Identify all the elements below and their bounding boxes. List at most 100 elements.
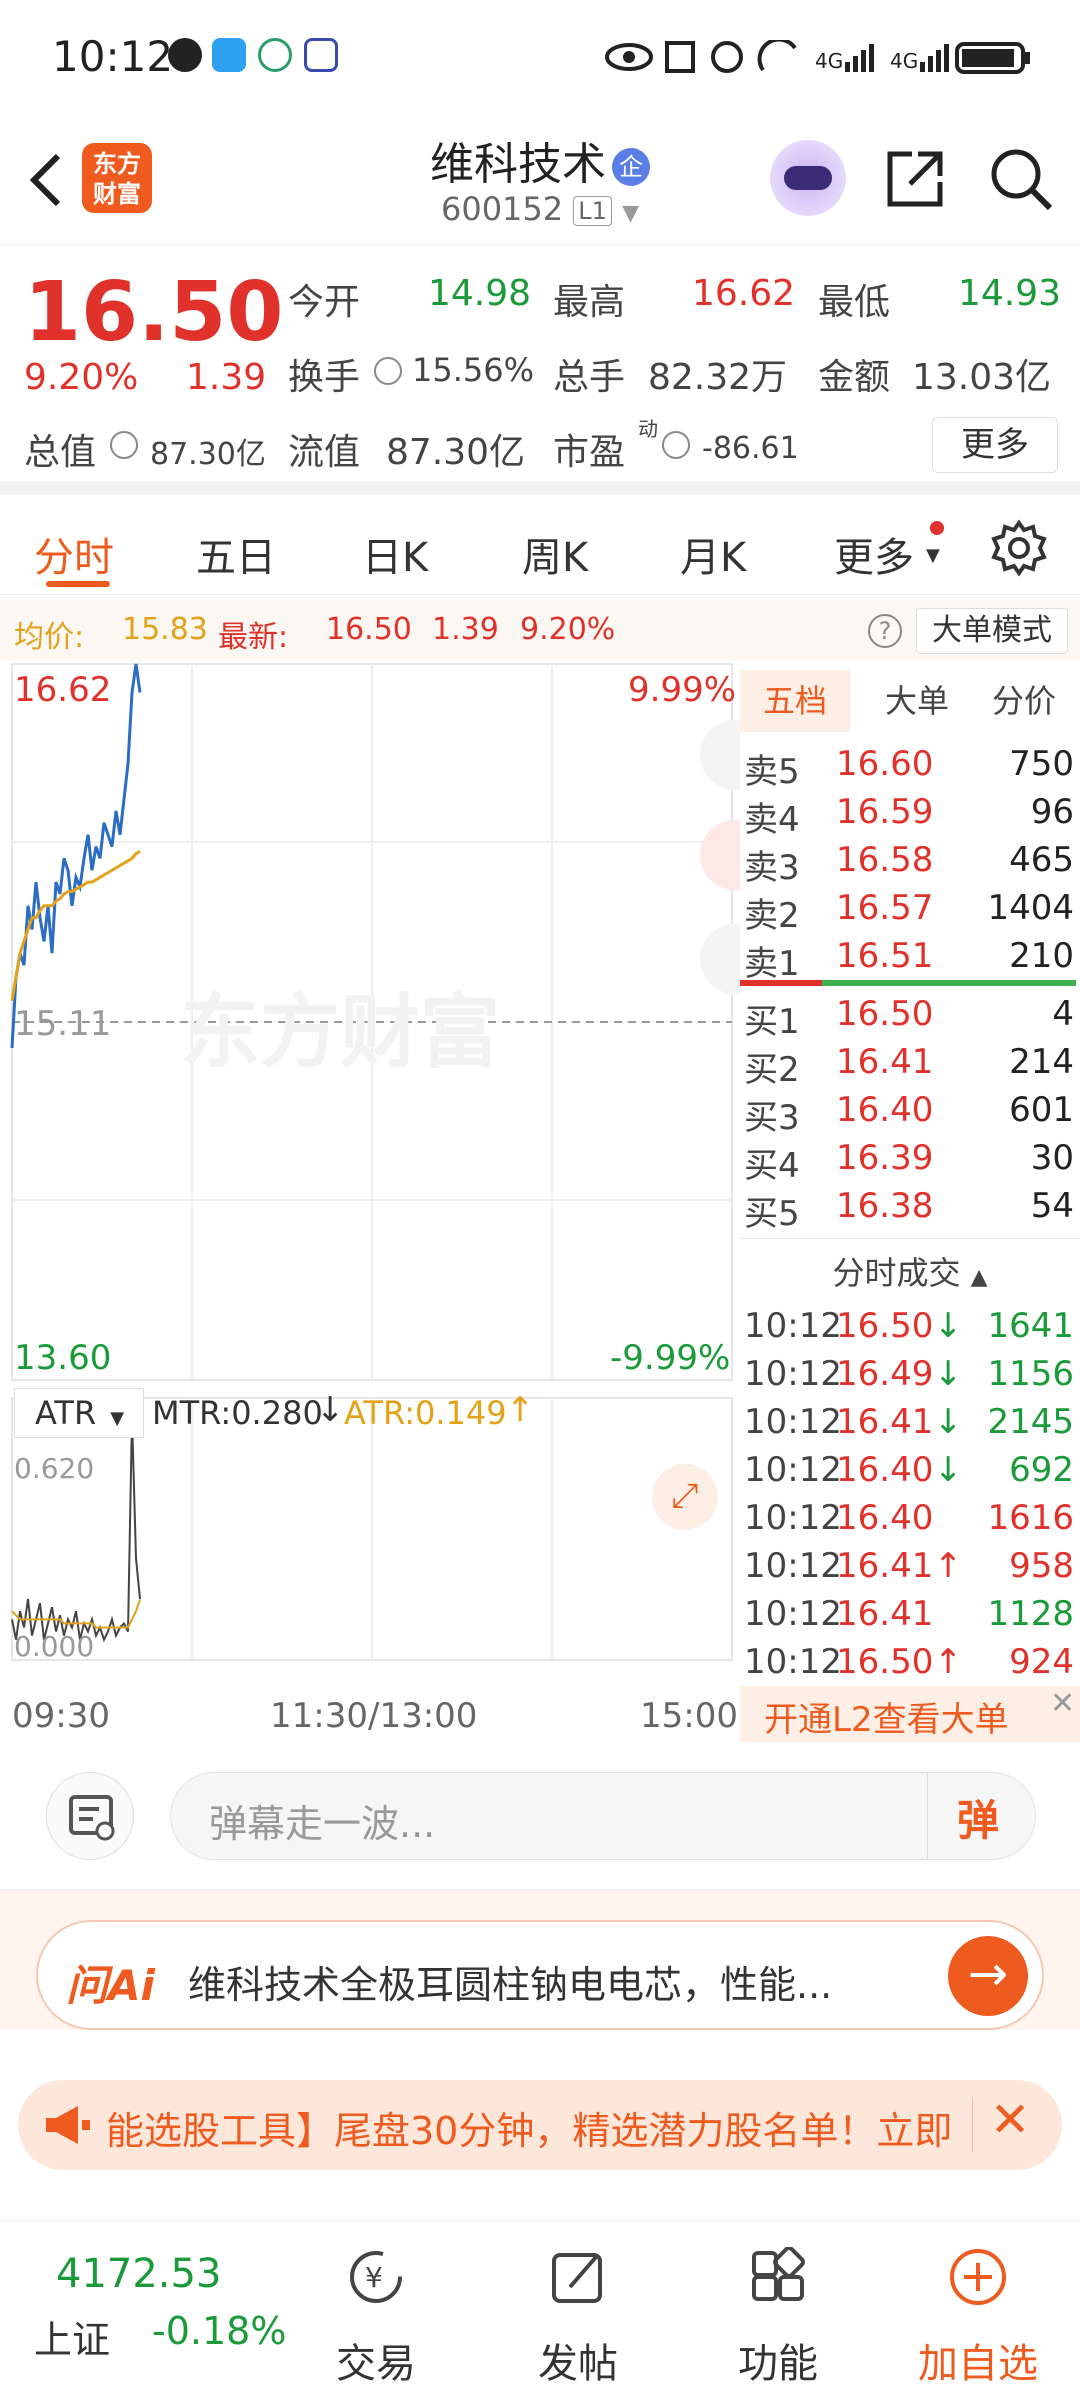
share-icon[interactable] bbox=[882, 146, 948, 212]
trade-icon: ¥ bbox=[350, 2251, 402, 2303]
trades-title: 分时成交 bbox=[832, 1254, 961, 1292]
bottom-price: 13.60 bbox=[14, 1338, 112, 1378]
trade-price: 16.41 bbox=[836, 1594, 934, 1634]
nav-add-watchlist[interactable]: 加自选 bbox=[898, 2221, 1058, 2401]
bid-ask-bar-green bbox=[822, 980, 1076, 986]
tab-weekly-k[interactable]: 周K bbox=[522, 525, 588, 583]
notice-card[interactable]: 能选股工具】尾盘30分钟，精选潜力股名单！立即 ✕ bbox=[18, 2080, 1062, 2170]
level-volume: 214 bbox=[1009, 1042, 1074, 1082]
help-icon[interactable]: ? bbox=[868, 614, 902, 648]
asks-row[interactable]: 卖1 16.51 210 bbox=[740, 936, 1080, 984]
tab-more[interactable]: 更多 bbox=[834, 525, 914, 583]
top-pct: 9.99% bbox=[628, 670, 737, 710]
notice-text: 能选股工具】尾盘30分钟，精选潜力股名单！立即 bbox=[106, 2109, 953, 2153]
trade-time: 10:12 bbox=[744, 1354, 842, 1394]
atr-value: ATR:0.149 bbox=[344, 1394, 507, 1432]
level-volume: 750 bbox=[1009, 744, 1074, 784]
nav-trade[interactable]: ¥ 交易 bbox=[296, 2221, 456, 2401]
avg-label: 均价: bbox=[14, 620, 85, 655]
trade-row: 10:12 16.40 ↓ 692 bbox=[740, 1450, 1080, 1498]
danmu-input[interactable]: 弹幕走一波... 弹 bbox=[170, 1772, 1036, 1860]
trade-row: 10:12 16.49 ↓ 1156 bbox=[740, 1354, 1080, 1402]
level-price: 16.51 bbox=[836, 936, 934, 976]
indicator-select[interactable]: ATR ▼ bbox=[14, 1388, 144, 1438]
svg-text:4G: 4G bbox=[890, 49, 918, 73]
nav-label: 交易 bbox=[336, 2341, 416, 2387]
info-icon[interactable] bbox=[374, 357, 402, 385]
level-volume: 210 bbox=[1009, 936, 1074, 976]
trade-arrow-icon: ↓ bbox=[934, 1306, 963, 1346]
tab-daily-k[interactable]: 日K bbox=[362, 525, 428, 583]
nav-post[interactable]: 发帖 bbox=[498, 2221, 658, 2401]
more-button[interactable]: 更多 bbox=[932, 417, 1058, 473]
ind-bottom: 0.000 bbox=[14, 1630, 95, 1663]
asks-row[interactable]: 卖5 16.60 750 bbox=[740, 744, 1080, 792]
amount-value: 13.03亿 bbox=[912, 357, 1052, 398]
trade-time: 10:12 bbox=[744, 1498, 842, 1538]
last-value: 16.50 bbox=[326, 612, 412, 647]
info-icon[interactable] bbox=[662, 431, 690, 459]
big-order-mode-button[interactable]: 大单模式 bbox=[916, 608, 1068, 654]
tab-monthly-k[interactable]: 月K bbox=[680, 525, 746, 583]
tab-price-levels[interactable]: 分价 bbox=[974, 670, 1074, 732]
bids-row[interactable]: 买5 16.38 54 bbox=[740, 1186, 1080, 1234]
trade-arrow-icon: ↑ bbox=[934, 1546, 963, 1586]
tab-five-day[interactable]: 五日 bbox=[196, 525, 276, 583]
search-icon[interactable] bbox=[988, 146, 1054, 212]
notice-banner: 能选股工具】尾盘30分钟，精选潜力股名单！立即 ✕ bbox=[0, 2050, 1080, 2190]
tab-intraday[interactable]: 分时 bbox=[34, 525, 114, 583]
dropdown-icon: ▼ bbox=[926, 545, 940, 566]
bids-row[interactable]: 买1 16.50 4 bbox=[740, 994, 1080, 1042]
change-amount: 1.39 bbox=[186, 357, 267, 398]
ai-banner: 问Ai 维科技术全极耳圆柱钠电电芯，性能... → bbox=[0, 1890, 1080, 2030]
tab-five-levels[interactable]: 五档 bbox=[740, 670, 850, 732]
asks-row[interactable]: 卖2 16.57 1404 bbox=[740, 888, 1080, 936]
asks-row[interactable]: 卖3 16.58 465 bbox=[740, 840, 1080, 888]
trade-volume: 2145 bbox=[987, 1402, 1074, 1442]
mtr-line bbox=[11, 1416, 141, 1643]
dropdown-icon: ▼ bbox=[622, 201, 640, 226]
arrow-up-icon: ↑ bbox=[506, 1390, 535, 1430]
trade-time: 10:12 bbox=[744, 1642, 842, 1682]
message-icon bbox=[212, 38, 246, 72]
ai-prompt-card[interactable]: 问Ai 维科技术全极耳圆柱钠电电芯，性能... → bbox=[36, 1920, 1044, 2030]
level-label: 买2 bbox=[744, 1050, 800, 1090]
ai-robot-icon[interactable] bbox=[770, 140, 846, 216]
close-icon[interactable]: ✕ bbox=[990, 2092, 1030, 2148]
close-icon[interactable]: ✕ bbox=[1050, 1686, 1075, 1721]
ai-logo: 问Ai bbox=[66, 1961, 155, 2010]
high-value: 16.62 bbox=[692, 273, 796, 314]
level-label: 卖5 bbox=[744, 752, 800, 792]
stock-header: 东方财富 维科技术企 600152 L1 ▼ bbox=[0, 110, 1080, 245]
turnover-value: 15.56% bbox=[412, 351, 535, 389]
app-icon bbox=[304, 38, 338, 72]
market-index[interactable]: 4172.53 上证 -0.18% bbox=[0, 2221, 286, 2401]
danmu-send-button[interactable]: 弹 bbox=[957, 1787, 999, 1848]
bids-row[interactable]: 买2 16.41 214 bbox=[740, 1042, 1080, 1090]
l2-text: 开通L2查看大单 bbox=[764, 1700, 1009, 1740]
settings-icon[interactable] bbox=[990, 519, 1048, 577]
level-price: 16.59 bbox=[836, 792, 934, 832]
info-icon[interactable] bbox=[110, 431, 138, 459]
nav-functions[interactable]: 功能 bbox=[698, 2221, 858, 2401]
float-value: 87.30亿 bbox=[386, 432, 526, 473]
top-price: 16.62 bbox=[14, 670, 112, 710]
level-label: 卖3 bbox=[744, 848, 800, 888]
open-label: 今开 bbox=[288, 282, 361, 323]
expand-icon[interactable]: ⤢ bbox=[652, 1464, 718, 1530]
arrow-right-icon[interactable]: → bbox=[948, 1936, 1028, 2016]
tab-big-orders[interactable]: 大单 bbox=[872, 670, 962, 732]
level-price: 16.60 bbox=[836, 744, 934, 784]
active-tab-indicator bbox=[46, 581, 110, 587]
ai-prompt-text: 维科技术全极耳圆柱钠电电芯，性能... bbox=[188, 1963, 833, 2007]
qq-icon bbox=[168, 38, 202, 72]
intraday-chart[interactable]: 东方财富 16.62 9.99% 15.11 13.60 -9.99% ATR ▼… bbox=[0, 660, 740, 1740]
trades-header[interactable]: 分时成交 ▲ bbox=[740, 1248, 1080, 1294]
level-price: 16.58 bbox=[836, 840, 934, 880]
asks-row[interactable]: 卖4 16.59 96 bbox=[740, 792, 1080, 840]
level-price: 16.57 bbox=[836, 888, 934, 928]
bids-row[interactable]: 买4 16.39 30 bbox=[740, 1138, 1080, 1186]
l2-banner[interactable]: 开通L2查看大单 ✕ bbox=[740, 1686, 1080, 1742]
bids-row[interactable]: 买3 16.40 601 bbox=[740, 1090, 1080, 1138]
danmu-settings-icon[interactable] bbox=[46, 1772, 134, 1860]
